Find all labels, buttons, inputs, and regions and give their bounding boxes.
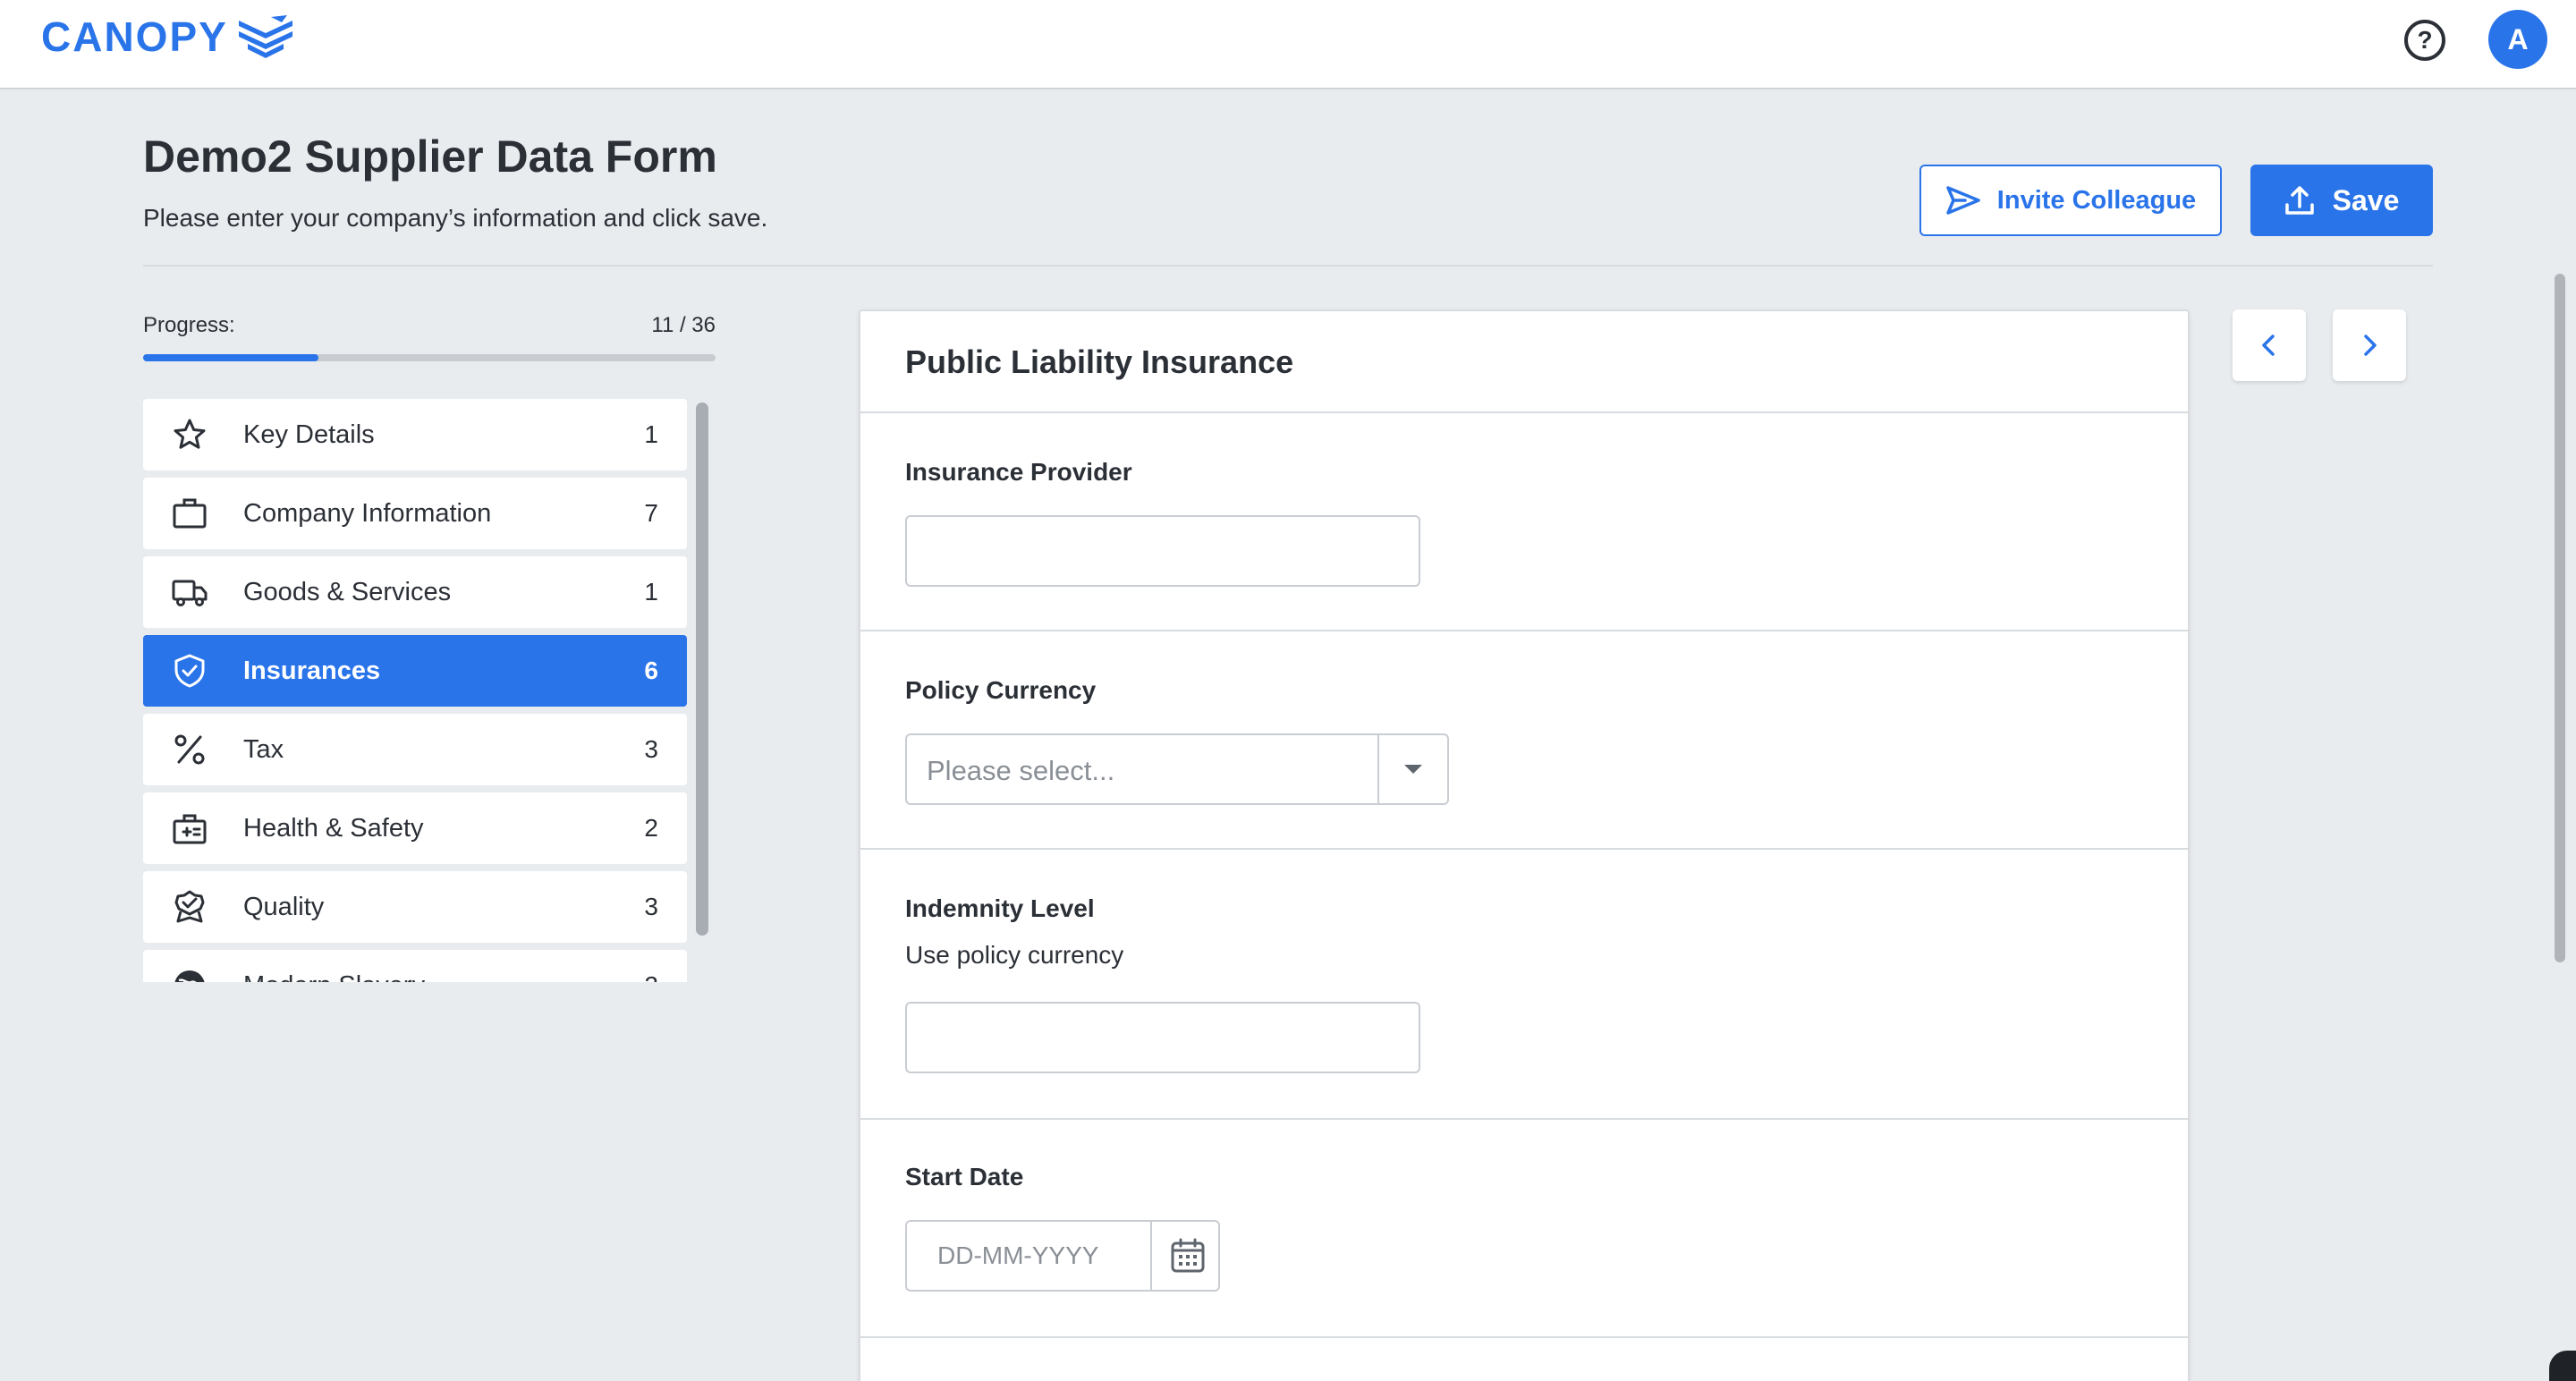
section-nav: Key Details 1 Company Information 7 Good… bbox=[143, 399, 687, 982]
canopy-logo[interactable]: CANOPY bbox=[41, 13, 296, 61]
briefcase-icon bbox=[173, 498, 207, 529]
invite-colleague-button[interactable]: Invite Colleague bbox=[1919, 165, 2222, 236]
sidebar-item-label: Modern Slavery bbox=[243, 971, 425, 983]
sidebar-item-count: 1 bbox=[644, 578, 658, 606]
save-label: Save bbox=[2332, 183, 2400, 216]
sidebar-item-quality[interactable]: Quality 3 bbox=[143, 871, 687, 943]
section-title: Public Liability Insurance bbox=[905, 343, 1294, 380]
sidebar-item-label: Company Information bbox=[243, 498, 492, 528]
sidebar-item-tax[interactable]: Tax 3 bbox=[143, 714, 687, 785]
section-divider bbox=[860, 630, 2188, 631]
start-date-field[interactable]: DD-MM-YYYY bbox=[905, 1220, 1220, 1292]
policy-currency-label: Policy Currency bbox=[905, 676, 1097, 704]
sidebar-item-label: Health & Safety bbox=[243, 813, 424, 843]
star-icon bbox=[174, 419, 206, 449]
sidebar-item-label: Quality bbox=[243, 892, 325, 921]
sidebar-item-insurances[interactable]: Insurances 6 bbox=[143, 635, 687, 707]
upload-icon bbox=[2284, 186, 2314, 215]
logo-chevrons-icon bbox=[238, 15, 292, 58]
insurance-provider-label: Insurance Provider bbox=[905, 458, 1132, 486]
page-title: Demo2 Supplier Data Form bbox=[143, 131, 717, 182]
sidebar-item-goods-services[interactable]: Goods & Services 1 bbox=[143, 556, 687, 628]
sidebar-item-count: 1 bbox=[644, 420, 658, 448]
chevron-right-icon bbox=[2364, 335, 2377, 356]
section-divider bbox=[860, 848, 2188, 850]
page-scrollbar[interactable] bbox=[2555, 274, 2565, 962]
sidebar-item-count: 3 bbox=[644, 893, 658, 920]
previous-section-button[interactable] bbox=[2233, 309, 2306, 381]
top-bar: CANOPY ? A bbox=[0, 0, 2576, 89]
avatar[interactable]: A bbox=[2488, 10, 2547, 69]
shield-check-icon bbox=[174, 654, 205, 688]
globe-icon bbox=[174, 970, 205, 982]
next-section-button[interactable] bbox=[2333, 309, 2406, 381]
quality-badge-icon bbox=[174, 890, 205, 923]
select-divider bbox=[1377, 735, 1379, 803]
logo-text: CANOPY bbox=[41, 13, 228, 60]
date-divider bbox=[1150, 1222, 1152, 1290]
section-divider bbox=[860, 1336, 2188, 1338]
caret-down-icon[interactable] bbox=[1404, 765, 1422, 774]
chevron-left-icon bbox=[2262, 335, 2275, 356]
sidebar-item-modern-slavery[interactable]: Modern Slavery 2 bbox=[143, 950, 687, 982]
section-divider bbox=[860, 1118, 2188, 1120]
sidebar-scrollbar[interactable] bbox=[696, 402, 708, 936]
page-subtitle: Please enter your company’s information … bbox=[143, 204, 768, 232]
form-card: Public Liability Insurance Insurance Pro… bbox=[859, 309, 2190, 1381]
chat-widget-button[interactable] bbox=[2549, 1351, 2576, 1381]
help-icon[interactable]: ? bbox=[2404, 20, 2445, 61]
progress-count: 11 / 36 bbox=[651, 313, 716, 337]
sidebar-item-company-information[interactable]: Company Information 7 bbox=[143, 478, 687, 549]
start-date-placeholder: DD-MM-YYYY bbox=[937, 1241, 1099, 1269]
sidebar-item-count: 7 bbox=[644, 499, 658, 527]
sidebar-item-count: 2 bbox=[644, 814, 658, 842]
insurance-provider-input[interactable] bbox=[905, 515, 1420, 587]
indemnity-level-help: Use policy currency bbox=[905, 941, 1124, 969]
sidebar-item-count: 2 bbox=[644, 971, 658, 982]
section-divider bbox=[860, 411, 2188, 413]
policy-currency-placeholder: Please select... bbox=[927, 755, 1115, 786]
start-date-label: Start Date bbox=[905, 1163, 1024, 1190]
indemnity-level-input[interactable] bbox=[905, 1002, 1420, 1073]
truck-icon bbox=[172, 580, 208, 606]
sidebar-item-count: 3 bbox=[644, 735, 658, 763]
sidebar-item-label: Goods & Services bbox=[243, 577, 452, 606]
sidebar-item-health-safety[interactable]: Health & Safety 2 bbox=[143, 792, 687, 864]
header-divider bbox=[143, 265, 2433, 267]
progress-label: Progress: bbox=[143, 313, 235, 337]
policy-currency-select[interactable]: Please select... bbox=[905, 733, 1449, 805]
calendar-icon[interactable] bbox=[1168, 1236, 1208, 1275]
sidebar-item-key-details[interactable]: Key Details 1 bbox=[143, 399, 687, 470]
progress-fill bbox=[143, 354, 318, 361]
indemnity-level-label: Indemnity Level bbox=[905, 894, 1095, 922]
sidebar-item-label: Key Details bbox=[243, 419, 375, 449]
invite-colleague-label: Invite Colleague bbox=[1996, 185, 2197, 215]
progress-bar bbox=[143, 354, 716, 361]
sidebar-item-label: Insurances bbox=[243, 656, 381, 685]
first-aid-kit-icon bbox=[173, 814, 207, 844]
save-button[interactable]: Save bbox=[2250, 165, 2433, 236]
send-icon bbox=[1946, 186, 1980, 215]
sidebar-item-count: 6 bbox=[644, 657, 658, 684]
sidebar-item-label: Tax bbox=[243, 734, 284, 764]
percent-icon bbox=[174, 734, 205, 765]
